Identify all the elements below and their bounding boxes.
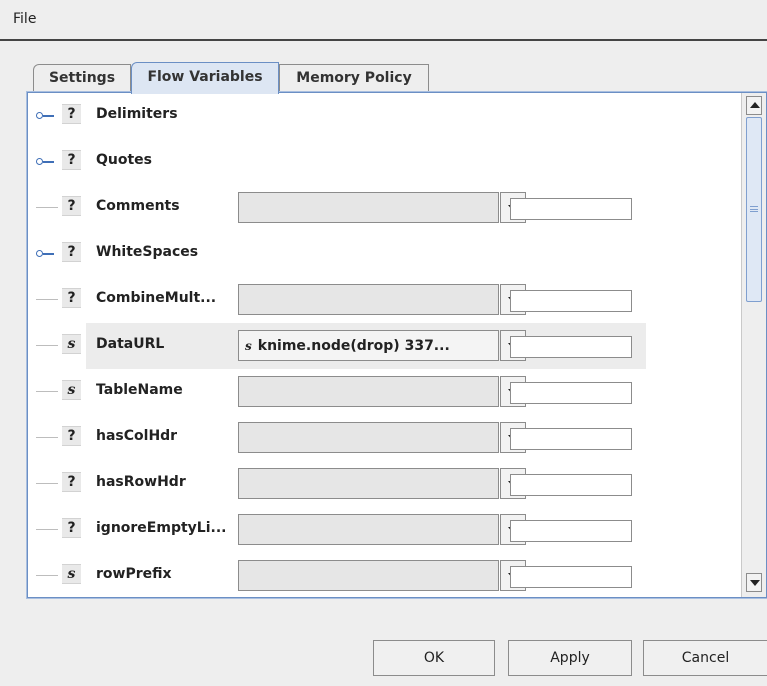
tree-row-ignoreemptylines: ? ignoreEmptyLi... bbox=[28, 507, 740, 553]
tree-connector bbox=[36, 345, 58, 346]
string-type-icon: s bbox=[62, 564, 81, 584]
unknown-type-icon: ? bbox=[62, 104, 81, 124]
string-type-icon: s bbox=[62, 380, 81, 400]
menu-bar: File bbox=[0, 0, 767, 41]
row-label: hasRowHdr bbox=[96, 474, 186, 490]
unknown-type-icon: ? bbox=[62, 518, 81, 538]
variable-select[interactable] bbox=[238, 468, 499, 499]
row-label: Comments bbox=[96, 198, 180, 214]
export-variable-field[interactable] bbox=[510, 474, 632, 496]
scroll-up-button[interactable] bbox=[746, 96, 762, 115]
export-variable-field[interactable] bbox=[510, 198, 632, 220]
variable-select-value: s knime.node(drop) 337... bbox=[245, 338, 450, 354]
unknown-type-icon: ? bbox=[62, 288, 81, 308]
scroll-thumb[interactable] bbox=[746, 117, 762, 302]
variable-select[interactable] bbox=[238, 422, 499, 453]
tree-connector bbox=[36, 483, 58, 484]
tree-connector bbox=[36, 529, 58, 530]
tree-connector bbox=[36, 207, 58, 208]
tree-row-hascolhdr: ? hasColHdr bbox=[28, 415, 740, 461]
row-label: CombineMult... bbox=[96, 290, 217, 306]
tree-row-dataurl: s DataURL s knime.node(drop) 337... bbox=[28, 323, 740, 369]
expand-icon[interactable] bbox=[36, 157, 58, 167]
row-label: ignoreEmptyLi... bbox=[96, 520, 227, 536]
tree-connector bbox=[36, 575, 58, 576]
row-label: Quotes bbox=[96, 152, 153, 168]
tree-row-hasrowhdr: ? hasRowHdr bbox=[28, 461, 740, 507]
variable-select[interactable] bbox=[238, 514, 499, 545]
tree-row-whitespaces[interactable]: ? WhiteSpaces bbox=[28, 231, 740, 277]
expand-icon[interactable] bbox=[36, 111, 58, 121]
ok-button[interactable]: OK bbox=[373, 640, 495, 676]
tab-memory-policy[interactable]: Memory Policy bbox=[279, 64, 429, 93]
row-label: WhiteSpaces bbox=[96, 244, 199, 260]
variable-select[interactable]: s knime.node(drop) 337... bbox=[238, 330, 499, 361]
string-type-icon: s bbox=[245, 339, 252, 353]
variable-select[interactable] bbox=[238, 284, 499, 315]
tree-connector bbox=[36, 299, 58, 300]
row-label: DataURL bbox=[96, 336, 165, 352]
string-type-icon: s bbox=[62, 334, 81, 354]
tree-connector bbox=[36, 437, 58, 438]
export-variable-field[interactable] bbox=[510, 428, 632, 450]
tree-row-comments: ? Comments bbox=[28, 185, 740, 231]
expand-icon[interactable] bbox=[36, 249, 58, 259]
variable-select-text: knime.node(drop) 337... bbox=[257, 338, 450, 354]
variable-select[interactable] bbox=[238, 192, 499, 223]
tree-row-delimiters[interactable]: ? Delimiters bbox=[28, 93, 740, 139]
tree-row-tablename: s TableName bbox=[28, 369, 740, 415]
arrow-up-icon bbox=[750, 102, 760, 108]
apply-button[interactable]: Apply bbox=[508, 640, 632, 676]
export-variable-field[interactable] bbox=[510, 382, 632, 404]
grip-icon bbox=[750, 206, 758, 212]
export-variable-field[interactable] bbox=[510, 290, 632, 312]
tree-row-combinemult: ? CombineMult... bbox=[28, 277, 740, 323]
scroll-down-button[interactable] bbox=[746, 573, 762, 592]
row-label: Delimiters bbox=[96, 106, 178, 122]
variable-tree: ? Delimiters ? Quotes ? Comments ? White… bbox=[28, 93, 740, 597]
cancel-button[interactable]: Cancel bbox=[643, 640, 767, 676]
unknown-type-icon: ? bbox=[62, 150, 81, 170]
tree-row-quotes[interactable]: ? Quotes bbox=[28, 139, 740, 185]
arrow-down-icon bbox=[750, 580, 760, 586]
unknown-type-icon: ? bbox=[62, 472, 81, 492]
unknown-type-icon: ? bbox=[62, 426, 81, 446]
row-label: rowPrefix bbox=[96, 566, 172, 582]
row-label: hasColHdr bbox=[96, 428, 178, 444]
export-variable-field[interactable] bbox=[510, 520, 632, 542]
tree-connector bbox=[36, 391, 58, 392]
tab-settings[interactable]: Settings bbox=[33, 64, 131, 93]
unknown-type-icon: ? bbox=[62, 242, 81, 262]
tab-flow-variables[interactable]: Flow Variables bbox=[131, 62, 279, 94]
variable-select[interactable] bbox=[238, 560, 499, 591]
tree-row-rowprefix: s rowPrefix bbox=[28, 553, 740, 597]
unknown-type-icon: ? bbox=[62, 196, 81, 216]
menu-file[interactable]: File bbox=[13, 11, 36, 27]
flow-variables-panel: ? Delimiters ? Quotes ? Comments ? White… bbox=[26, 91, 767, 599]
export-variable-field[interactable] bbox=[510, 566, 632, 588]
vertical-scrollbar[interactable] bbox=[741, 93, 766, 597]
row-label: TableName bbox=[96, 382, 183, 398]
export-variable-field[interactable] bbox=[510, 336, 632, 358]
variable-select[interactable] bbox=[238, 376, 499, 407]
